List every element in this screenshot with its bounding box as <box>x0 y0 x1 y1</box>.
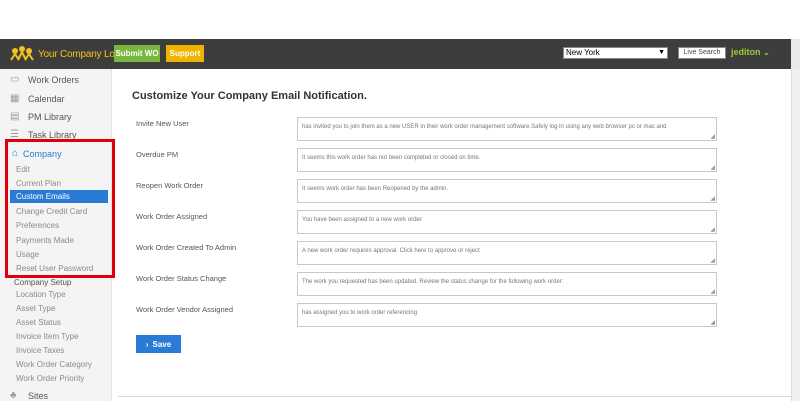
sidebar-subitem-reset-user-password[interactable]: Reset User Password <box>16 264 93 273</box>
location-select-value: New York <box>566 48 600 57</box>
sidebar-subitem-preferences[interactable]: Preferences <box>16 221 59 230</box>
resize-grip-icon[interactable]: ◢ <box>710 288 715 295</box>
overdue-pm-textarea[interactable]: It seems this work order has not been co… <box>297 148 717 172</box>
home-icon: ⌂ <box>12 148 19 159</box>
submit-wo-button[interactable]: Submit WO <box>114 45 160 62</box>
support-button[interactable]: Support <box>166 45 204 62</box>
folder-icon: ▭ <box>10 74 20 85</box>
reopen-work-order-textarea[interactable]: It seems work order has been Reopened by… <box>297 179 717 203</box>
sidebar-item-label: Company <box>23 148 62 159</box>
page-title: Customize Your Company Email Notificatio… <box>132 90 367 102</box>
divider <box>118 396 791 397</box>
work-order-status-change-textarea[interactable]: The work you requested has been updated.… <box>297 272 717 296</box>
sidebar-subitem-edit[interactable]: Edit <box>16 165 30 174</box>
main-content: Customize Your Company Email Notificatio… <box>112 69 791 401</box>
work-order-vendor-assigned-textarea[interactable]: has assigned you to work order referenci… <box>297 303 717 327</box>
sidebar-subitem-custom-emails[interactable]: Custom Emails <box>10 190 108 203</box>
resize-grip-icon[interactable]: ◢ <box>710 133 715 140</box>
work-order-created-to-admin-textarea[interactable]: A new work order requires approval. Clic… <box>297 241 717 265</box>
browser-top-strip <box>0 0 800 39</box>
resize-grip-icon[interactable]: ◢ <box>710 257 715 264</box>
textarea-value: The work you requested has been updated.… <box>302 279 564 285</box>
sidebar-subitem-usage[interactable]: Usage <box>16 250 39 259</box>
work-order-status-change-label: Work Order Status Change <box>136 274 227 283</box>
sidebar-item-label: PM Library <box>28 112 72 122</box>
sidebar-subitem-invoice-taxes[interactable]: Invoice Taxes <box>16 346 64 355</box>
scrollbar[interactable] <box>791 69 800 401</box>
calendar-icon: ▦ <box>10 93 20 104</box>
resize-grip-icon[interactable]: ◢ <box>710 319 715 326</box>
sidebar-item-company[interactable]: ⌂ Company <box>12 148 62 159</box>
sidebar-item-label: Work Orders <box>28 75 79 85</box>
chevron-down-icon: ▼ <box>658 49 665 56</box>
sites-icon: ♣ <box>10 390 17 401</box>
invite-new-user-label: Invite New User <box>136 119 189 128</box>
sidebar-item-work-orders[interactable]: ▭ Work Orders <box>10 74 79 86</box>
work-order-vendor-assigned-label: Work Order Vendor Assigned <box>136 305 233 314</box>
sidebar-subitem-location-type[interactable]: Location Type <box>16 290 66 299</box>
username: jediton <box>731 47 761 57</box>
sidebar-item-task-library[interactable]: ☰ Task Library <box>10 129 77 141</box>
scrollbar-top <box>791 39 800 69</box>
invite-new-user-textarea[interactable]: has invited you to join them as a new US… <box>297 117 717 141</box>
resize-grip-icon[interactable]: ◢ <box>710 164 715 171</box>
sidebar-item-pm-library[interactable]: ▤ PM Library <box>10 111 72 123</box>
sidebar-subitem-work-order-priority[interactable]: Work Order Priority <box>16 374 84 383</box>
page: Your Company Logo Here Submit WO Support… <box>0 0 800 401</box>
overdue-pm-label: Overdue PM <box>136 150 179 159</box>
save-button[interactable]: › Save <box>136 335 181 353</box>
sidebar-subitem-work-order-category[interactable]: Work Order Category <box>16 360 92 369</box>
work-order-created-to-admin-label: Work Order Created To Admin <box>136 243 237 252</box>
chevron-right-icon: › <box>145 339 149 349</box>
list-icon: ☰ <box>10 129 19 140</box>
sidebar-subitem-change-credit-card[interactable]: Change Credit Card <box>16 207 87 216</box>
sidebar-item-label: Sites <box>28 391 49 401</box>
sidebar-item-sites[interactable]: ♣ Sites <box>10 391 48 401</box>
sidebar-item-label: Calendar <box>28 94 65 104</box>
resize-grip-icon[interactable]: ◢ <box>710 195 715 202</box>
work-order-assigned-textarea[interactable]: You have been assigned to a new work ord… <box>297 210 717 234</box>
resize-grip-icon[interactable]: ◢ <box>710 226 715 233</box>
sidebar-item-calendar[interactable]: ▦ Calendar <box>10 93 65 105</box>
live-search-input[interactable]: Live Search <box>678 47 726 59</box>
sidebar: ▭ Work Orders ▦ Calendar ▤ PM Library ☰ … <box>0 69 112 401</box>
sidebar-subitem-payments-made[interactable]: Payments Made <box>16 236 74 245</box>
sidebar-subitem-invoice-item-type[interactable]: Invoice Item Type <box>16 332 79 341</box>
save-button-label: Save <box>152 339 172 349</box>
work-order-assigned-label: Work Order Assigned <box>136 212 208 221</box>
textarea-value: has assigned you to work order referenci… <box>302 310 418 316</box>
textarea-value: It seems this work order has not been co… <box>302 155 481 161</box>
sidebar-subitem-current-plan[interactable]: Current Plan <box>16 179 61 188</box>
textarea-value: You have been assigned to a new work ord… <box>302 217 422 223</box>
book-icon: ▤ <box>10 111 20 122</box>
sidebar-item-label: Task Library <box>28 130 77 140</box>
sidebar-subitem-asset-type[interactable]: Asset Type <box>16 304 55 313</box>
user-menu[interactable]: jediton ⌄ <box>731 47 770 57</box>
logo-icon <box>10 46 34 61</box>
textarea-value: It seems work order has been Reopened by… <box>302 186 449 192</box>
textarea-value: has invited you to join them as a new US… <box>302 124 667 130</box>
textarea-value: A new work order requires approval. Clic… <box>302 248 480 254</box>
top-header: Your Company Logo Here Submit WO Support… <box>0 39 800 69</box>
chevron-down-icon: ⌄ <box>763 48 770 57</box>
sidebar-subitem-asset-status[interactable]: Asset Status <box>16 318 61 327</box>
reopen-work-order-label: Reopen Work Order <box>136 181 203 190</box>
sidebar-section-company-setup: Company Setup <box>14 278 72 287</box>
location-select[interactable]: New York ▼ <box>563 47 668 59</box>
